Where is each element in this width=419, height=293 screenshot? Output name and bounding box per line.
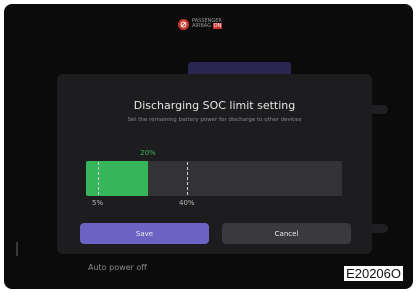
slider-min-label: 5% — [92, 199, 104, 207]
airbag-line2-label: AIRBAG — [192, 23, 212, 29]
slider-min-marker — [98, 162, 99, 195]
slider-max-marker — [187, 162, 188, 195]
background-auto-power-off: Auto power off — [88, 263, 147, 272]
airbag-icon — [178, 18, 189, 30]
airbag-state-badge: ON — [212, 23, 223, 29]
cancel-button[interactable]: Cancel — [222, 223, 351, 244]
dialog-title: Discharging SOC limit setting — [133, 99, 296, 112]
figure-code: E20206O — [344, 266, 403, 281]
save-button[interactable]: Save — [80, 223, 209, 244]
slider-value-label: 20% — [140, 149, 156, 157]
airbag-glyph — [180, 21, 187, 27]
background-toggle — [370, 105, 388, 114]
soc-limit-slider[interactable] — [86, 161, 342, 196]
passenger-airbag-indicator: PASSENGER AIRBAG ON — [178, 17, 230, 31]
soc-limit-dialog: Discharging SOC limit setting Set the re… — [57, 74, 372, 254]
dialog-subtitle: Set the remaining battery power for disc… — [127, 117, 302, 123]
screen-frame: PASSENGER AIRBAG ON Auto power off Disch… — [4, 4, 413, 289]
slider-max-label: 40% — [179, 199, 195, 207]
background-toggle — [370, 224, 388, 233]
slider-fill[interactable] — [86, 161, 149, 196]
background-sidebar-marker — [16, 242, 18, 256]
airbag-line2: AIRBAG ON — [192, 23, 223, 29]
